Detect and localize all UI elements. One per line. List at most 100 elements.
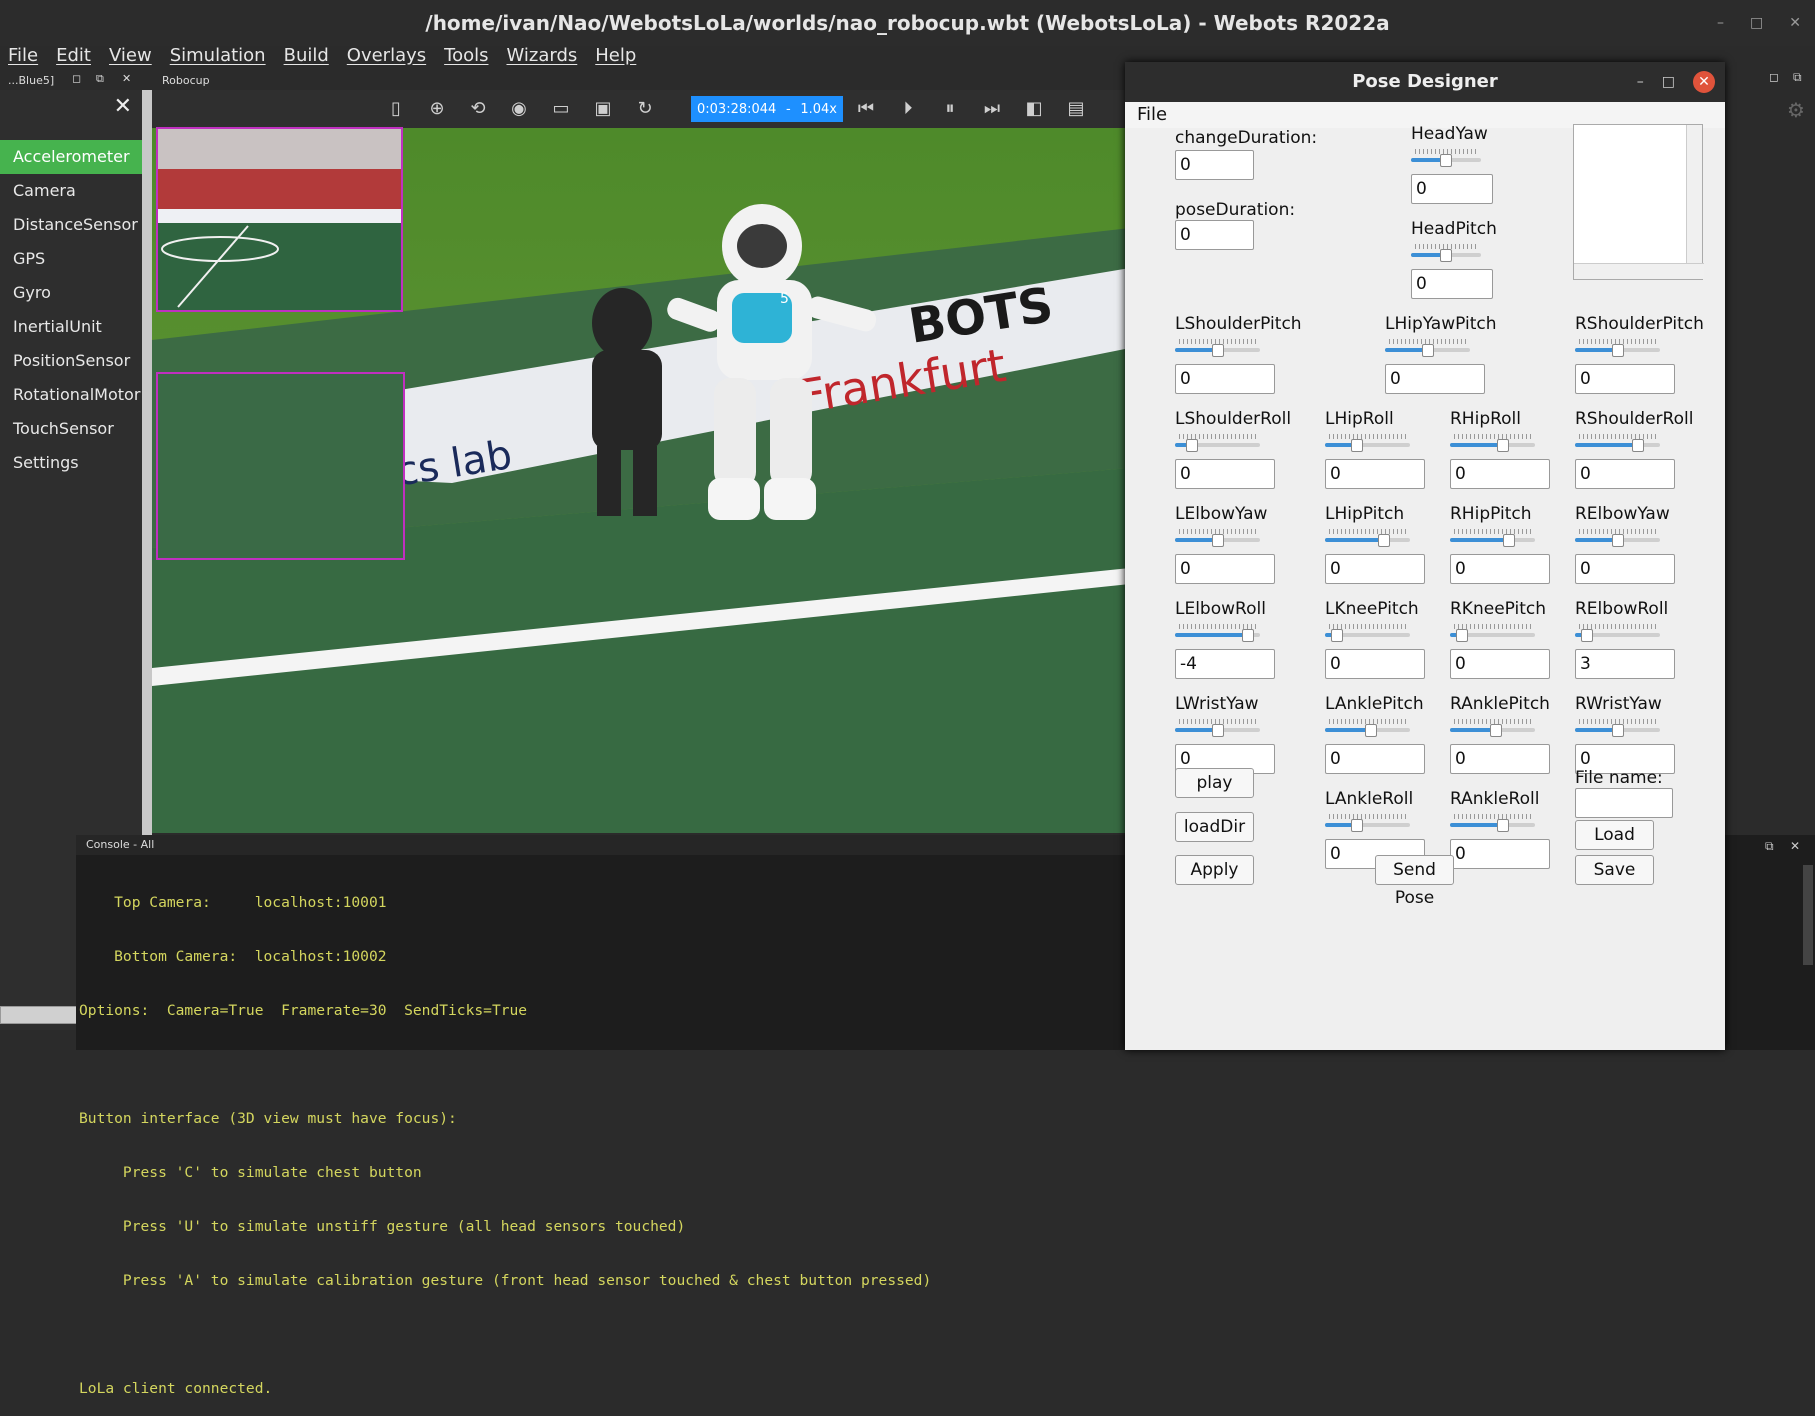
slider-handle[interactable] bbox=[1242, 629, 1254, 642]
load-button[interactable]: Load bbox=[1575, 820, 1654, 850]
lelbowroll-slider[interactable] bbox=[1175, 624, 1260, 642]
slider-handle[interactable] bbox=[1186, 439, 1198, 452]
slider-handle[interactable] bbox=[1422, 344, 1434, 357]
slider-handle[interactable] bbox=[1365, 724, 1377, 737]
rwristyaw-slider[interactable] bbox=[1575, 719, 1660, 737]
slider-handle[interactable] bbox=[1581, 629, 1593, 642]
record-movie-icon[interactable]: ▤ bbox=[1065, 98, 1087, 120]
rhiproll-value-field[interactable]: 0 bbox=[1450, 459, 1550, 489]
slider-handle[interactable] bbox=[1440, 249, 1452, 262]
save-world-icon[interactable]: ▣ bbox=[592, 98, 614, 120]
float-icon[interactable]: ◻ bbox=[72, 72, 81, 85]
slider-handle[interactable] bbox=[1212, 724, 1224, 737]
menu-tools[interactable]: Tools bbox=[444, 45, 488, 66]
menu-simulation[interactable]: Simulation bbox=[170, 45, 266, 66]
rshoulderpitch-slider[interactable] bbox=[1575, 339, 1660, 357]
step-icon[interactable]: ⏵ bbox=[897, 98, 919, 120]
reset-simulation-icon[interactable]: ⏮ bbox=[855, 98, 877, 120]
top-camera-overlay[interactable] bbox=[156, 127, 403, 312]
sidebar-item-accelerometer[interactable]: Accelerometer bbox=[0, 140, 142, 174]
rhippitch-slider[interactable] bbox=[1450, 529, 1535, 547]
pause-icon[interactable]: ⏸ bbox=[939, 98, 961, 120]
relbowroll-value-field[interactable]: 3 bbox=[1575, 649, 1675, 679]
slider-handle[interactable] bbox=[1503, 534, 1515, 547]
lelbowroll-value-field[interactable]: -4 bbox=[1175, 649, 1275, 679]
lshoulderpitch-slider[interactable] bbox=[1175, 339, 1260, 357]
lwristyaw-slider[interactable] bbox=[1175, 719, 1260, 737]
ranklepitch-slider[interactable] bbox=[1450, 719, 1535, 737]
rankleroll-value-field[interactable]: 0 bbox=[1450, 839, 1550, 869]
lhipyawpitch-slider[interactable] bbox=[1385, 339, 1470, 357]
file-name-field[interactable] bbox=[1575, 788, 1673, 818]
lkneepitch-value-field[interactable]: 0 bbox=[1325, 649, 1425, 679]
sidebar-item-inertialunit[interactable]: InertialUnit bbox=[0, 310, 142, 344]
menu-file[interactable]: File bbox=[8, 45, 38, 66]
change-duration-field[interactable]: 0 bbox=[1175, 150, 1254, 180]
open-world-icon[interactable]: ▭ bbox=[550, 98, 572, 120]
relbowyaw-value-field[interactable]: 0 bbox=[1575, 554, 1675, 584]
lshoulderroll-slider[interactable] bbox=[1175, 434, 1260, 452]
add-node-icon[interactable]: ⊕ bbox=[426, 98, 448, 120]
rhiproll-slider[interactable] bbox=[1450, 434, 1535, 452]
bottom-camera-overlay[interactable] bbox=[156, 372, 405, 560]
lhippitch-value-field[interactable]: 0 bbox=[1325, 554, 1425, 584]
slider-handle[interactable] bbox=[1497, 439, 1509, 452]
close-dock-icon[interactable]: ✕ bbox=[122, 72, 131, 85]
slider-handle[interactable] bbox=[1612, 534, 1624, 547]
lhiproll-value-field[interactable]: 0 bbox=[1325, 459, 1425, 489]
headyaw-value-field[interactable]: 0 bbox=[1411, 174, 1493, 204]
rkneepitch-slider[interactable] bbox=[1450, 624, 1535, 642]
close-icon[interactable]: ✕ bbox=[1790, 839, 1800, 853]
sidebar-item-settings[interactable]: Settings bbox=[0, 446, 142, 480]
world-view-tab[interactable]: Robocup bbox=[162, 74, 210, 87]
rshoulderroll-slider[interactable] bbox=[1575, 434, 1660, 452]
close-icon[interactable]: ✕ bbox=[114, 94, 132, 119]
sidebar-item-touchsensor[interactable]: TouchSensor bbox=[0, 412, 142, 446]
fast-forward-icon[interactable]: ⏭ bbox=[981, 98, 1003, 120]
sidebar-item-distancesensor[interactable]: DistanceSensor bbox=[0, 208, 142, 242]
reset-view-icon[interactable]: ⟲ bbox=[467, 98, 489, 120]
slider-handle[interactable] bbox=[1212, 534, 1224, 547]
lshoulderpitch-value-field[interactable]: 0 bbox=[1175, 364, 1275, 394]
console-scrollbar[interactable] bbox=[1803, 865, 1813, 965]
gear-icon[interactable]: ⚙ bbox=[1787, 98, 1805, 122]
list-vertical-scrollbar[interactable] bbox=[1686, 125, 1702, 265]
relbowyaw-slider[interactable] bbox=[1575, 529, 1660, 547]
rshoulderroll-value-field[interactable]: 0 bbox=[1575, 459, 1675, 489]
view-icon[interactable]: ◉ bbox=[508, 98, 530, 120]
menu-view[interactable]: View bbox=[109, 45, 152, 66]
slider-handle[interactable] bbox=[1612, 724, 1624, 737]
lshoulderroll-value-field[interactable]: 0 bbox=[1175, 459, 1275, 489]
menu-wizards[interactable]: Wizards bbox=[506, 45, 577, 66]
lhippitch-slider[interactable] bbox=[1325, 529, 1410, 547]
send-pose-button[interactable]: Send Pose bbox=[1375, 855, 1454, 908]
slider-handle[interactable] bbox=[1497, 819, 1509, 832]
rendering-icon[interactable]: ◧ bbox=[1023, 98, 1045, 120]
lelbowyaw-value-field[interactable]: 0 bbox=[1175, 554, 1275, 584]
close-icon[interactable]: ✕ bbox=[1693, 71, 1715, 93]
rkneepitch-value-field[interactable]: 0 bbox=[1450, 649, 1550, 679]
lhipyawpitch-value-field[interactable]: 0 bbox=[1385, 364, 1485, 394]
sidebar-item-gps[interactable]: GPS bbox=[0, 242, 142, 276]
save-button[interactable]: Save bbox=[1575, 855, 1654, 885]
maximize-icon[interactable]: □ bbox=[1662, 74, 1675, 90]
minimize-icon[interactable]: – bbox=[1717, 15, 1724, 31]
slider-handle[interactable] bbox=[1456, 629, 1468, 642]
slider-handle[interactable] bbox=[1378, 534, 1390, 547]
slider-handle[interactable] bbox=[1612, 344, 1624, 357]
slider-handle[interactable] bbox=[1212, 344, 1224, 357]
lanklepitch-value-field[interactable]: 0 bbox=[1325, 744, 1425, 774]
slider-handle[interactable] bbox=[1632, 439, 1644, 452]
horizontal-scrollbar[interactable] bbox=[0, 1006, 78, 1024]
sidebar-item-camera[interactable]: Camera bbox=[0, 174, 142, 208]
lelbowyaw-slider[interactable] bbox=[1175, 529, 1260, 547]
ranklepitch-value-field[interactable]: 0 bbox=[1450, 744, 1550, 774]
panel-splitter[interactable] bbox=[142, 90, 152, 835]
menu-build[interactable]: Build bbox=[284, 45, 329, 66]
sidebar-item-gyro[interactable]: Gyro bbox=[0, 276, 142, 310]
apply-button[interactable]: Apply bbox=[1175, 855, 1254, 885]
load-dir-button[interactable]: loadDir bbox=[1175, 812, 1254, 842]
slider-handle[interactable] bbox=[1490, 724, 1502, 737]
slider-handle[interactable] bbox=[1351, 819, 1363, 832]
reload-world-icon[interactable]: ↻ bbox=[634, 98, 656, 120]
